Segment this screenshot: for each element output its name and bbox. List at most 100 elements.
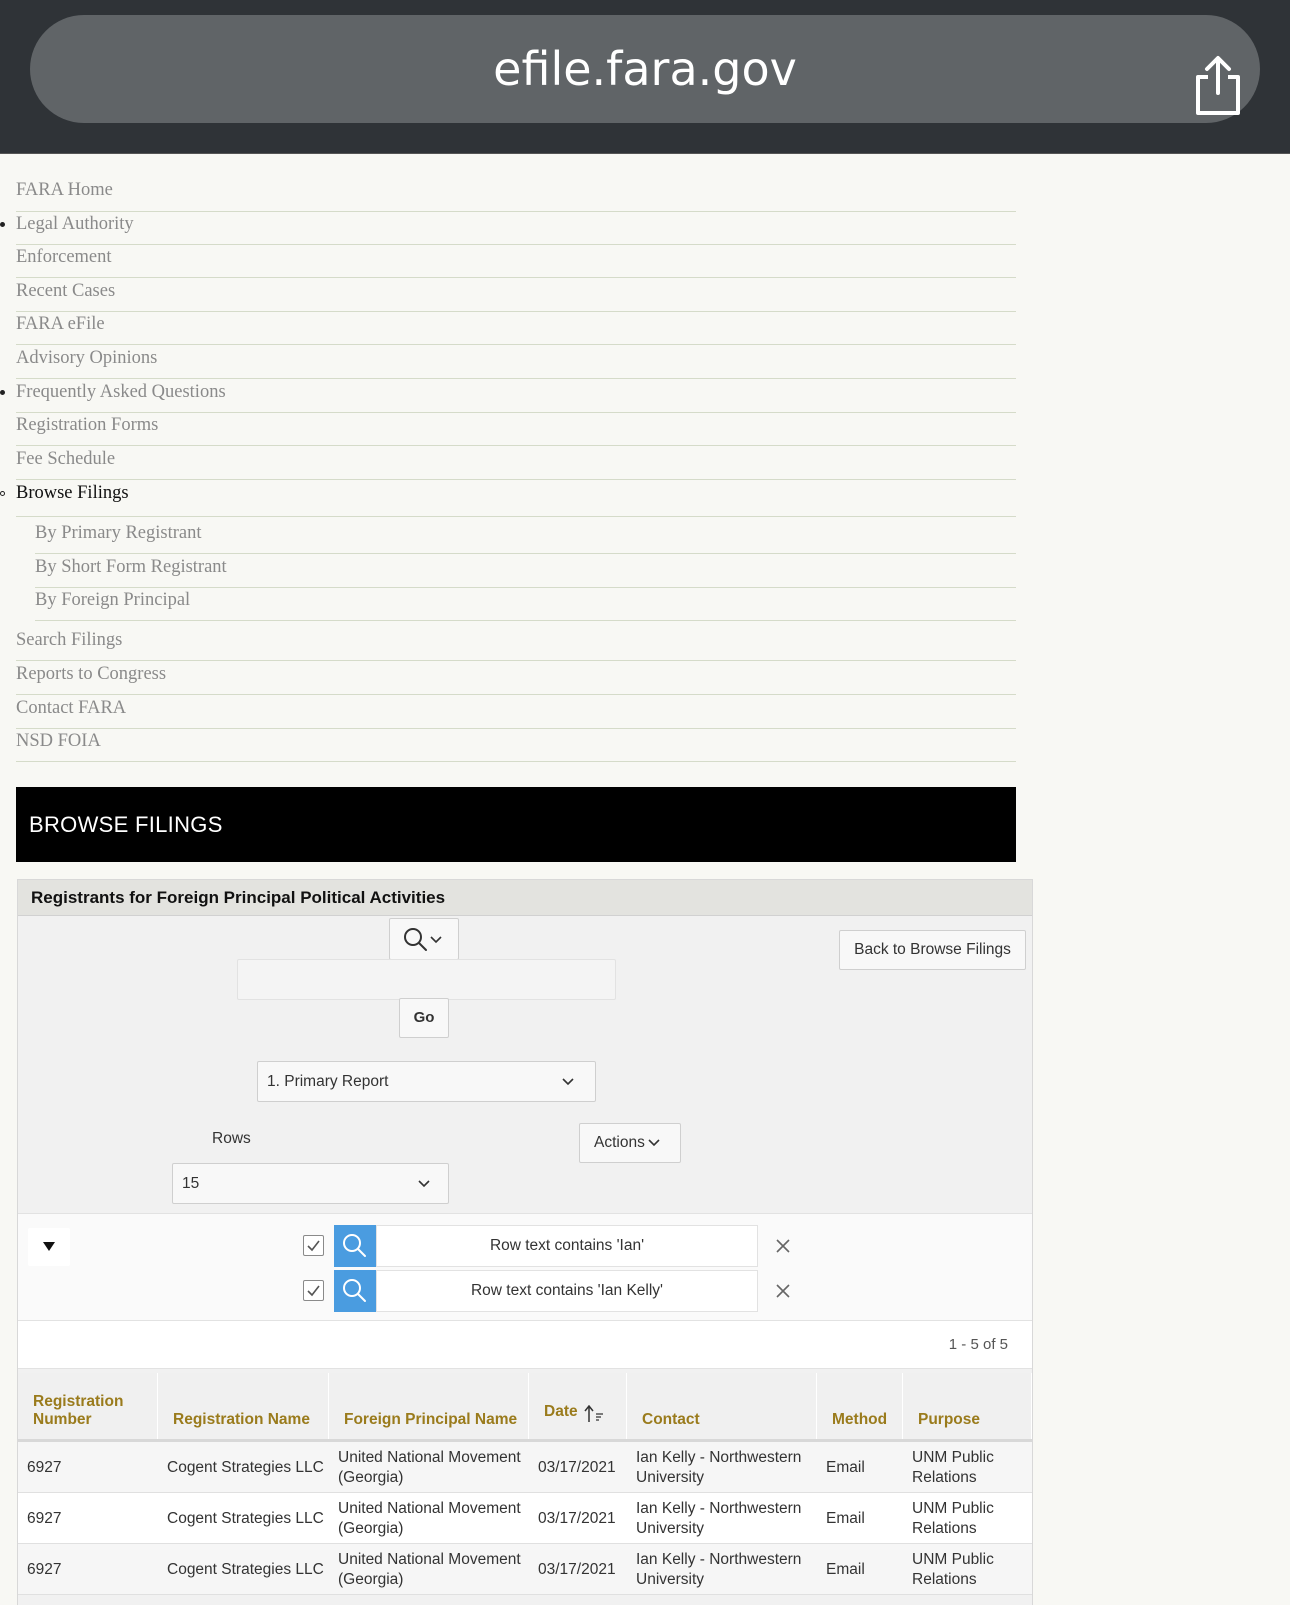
column-header-registration-name[interactable]: Registration Name — [158, 1373, 329, 1439]
nav-item-contact-fara[interactable]: Contact FARA — [16, 695, 1016, 729]
nav-item-registration-forms[interactable]: Registration Forms — [16, 412, 1016, 446]
nav-item-search-filings[interactable]: Search Filings — [16, 627, 1016, 661]
nav-item-frequently-asked-questions[interactable]: Frequently Asked Questions — [0, 379, 1016, 413]
report-select-value: 1. Primary Report — [267, 1073, 389, 1090]
filter-text[interactable]: Row text contains 'Ian' — [376, 1225, 758, 1267]
cell-text: United National Movement (Georgia) — [338, 1550, 521, 1588]
filter-search-button[interactable] — [334, 1270, 376, 1312]
pagination-text: 1 - 5 of 5 — [948, 1336, 1008, 1353]
nav-item-by-short-form-registrant[interactable]: By Short Form Registrant — [35, 554, 1016, 588]
filter-row: Row text contains 'Ian' — [18, 1225, 1032, 1267]
nav-item-reports-to-congress[interactable]: Reports to Congress — [16, 661, 1016, 695]
nav-item-fara-efile[interactable]: FARA eFile — [16, 311, 1016, 345]
bullet-icon — [0, 491, 5, 496]
sort-ascending-icon — [584, 1405, 603, 1422]
nav-item-nsd-foia[interactable]: NSD FOIA — [16, 728, 1016, 762]
report-region: Registrants for Foreign Principal Politi… — [17, 879, 1033, 1605]
nav-item-label: Contact FARA — [16, 698, 127, 718]
nav-item-label: Search Filings — [16, 630, 123, 650]
cell-registration-name: Cogent Strategies LLC — [158, 1493, 329, 1544]
nav-item-label: Frequently Asked Questions — [16, 382, 226, 402]
cell-text: 03/17/2021 — [538, 1560, 616, 1578]
cell-method: Email — [817, 1544, 903, 1595]
filter-enable-checkbox[interactable] — [303, 1280, 324, 1301]
actions-label: Actions — [594, 1134, 645, 1151]
column-header-label: Purpose — [918, 1411, 981, 1428]
nav-item-label: Enforcement — [16, 247, 112, 267]
cell-registration-name: Cogent Strategies LLC — [158, 1442, 329, 1493]
search-column-toggle[interactable] — [389, 918, 459, 960]
pagination-bar: 1 - 5 of 5 — [18, 1321, 1032, 1369]
filter-text[interactable]: Row text contains 'Ian Kelly' — [376, 1270, 758, 1312]
nav-item-fee-schedule[interactable]: Fee Schedule — [16, 446, 1016, 480]
actions-menu-button[interactable]: Actions — [579, 1123, 681, 1163]
cell-contact: Ian Kelly - Northwestern University — [627, 1493, 817, 1544]
rows-per-page-select[interactable]: 15 — [172, 1163, 449, 1204]
cell-foreign-principal-name: United National Movement (Georgia) — [329, 1493, 529, 1544]
cell-contact: Ian Kelly - Northwestern University — [627, 1442, 817, 1493]
page-title: BROWSE FILINGS — [29, 812, 223, 837]
cell-text: UNM Public Relations — [912, 1550, 994, 1588]
nav-item-advisory-opinions[interactable]: Advisory Opinions — [16, 345, 1016, 379]
filter-enable-checkbox[interactable] — [303, 1235, 324, 1256]
cell-contact: Ian Kelly - Northwestern University — [627, 1544, 817, 1595]
column-header-registration-number[interactable]: Registration Number — [18, 1373, 158, 1439]
column-header-label: Registration Name — [173, 1411, 310, 1428]
cell-foreign-principal-name: United National Movement (Georgia) — [329, 1442, 529, 1493]
cell-registration-number: 6927 — [18, 1442, 158, 1493]
address-bar[interactable]: efile.fara.gov — [30, 15, 1260, 123]
nav-item-label: NSD FOIA — [16, 731, 101, 751]
nav-item-label: By Short Form Registrant — [35, 557, 227, 577]
checkmark-icon — [307, 1240, 320, 1252]
nav-item-label: Recent Cases — [16, 281, 116, 301]
cell-text: United National Movement (Georgia) — [338, 1499, 521, 1537]
cell-text: 03/17/2021 — [538, 1458, 616, 1476]
cell-text: 03/17/2021 — [538, 1509, 616, 1527]
nav-item-label: Registration Forms — [16, 415, 159, 435]
column-header-foreign-principal-name[interactable]: Foreign Principal Name — [329, 1373, 529, 1439]
column-header-purpose[interactable]: Purpose — [903, 1373, 1032, 1439]
back-to-browse-filings-button[interactable]: Back to Browse Filings — [839, 930, 1026, 970]
cell-purpose: UNM Public Relations — [903, 1442, 1032, 1493]
nav-item-recent-cases[interactable]: Recent Cases — [16, 278, 1016, 312]
nav-item-browse-filings[interactable]: Browse Filings — [0, 480, 1016, 517]
chevron-down-icon — [418, 1180, 430, 1188]
rows-label: Rows — [212, 1130, 251, 1147]
cell-text: Cogent Strategies LLC — [167, 1509, 324, 1527]
share-icon[interactable] — [1190, 53, 1246, 117]
column-header-contact[interactable]: Contact — [627, 1373, 817, 1439]
cell-registration-number: 6927 — [18, 1544, 158, 1595]
cell-text: Ian Kelly - Northwestern University — [636, 1550, 802, 1588]
nav-item-legal-authority[interactable]: Legal Authority — [0, 211, 1016, 245]
column-header-method[interactable]: Method — [817, 1373, 903, 1439]
table-row[interactable]: 6927 Cogent Strategies LLC United National… — [18, 1544, 1032, 1595]
url-text[interactable]: efile.fara.gov — [30, 15, 1260, 123]
cell-text: Email — [826, 1458, 865, 1476]
nav-item-fara-home[interactable]: FARA Home — [16, 177, 1016, 212]
column-header-label: Method — [832, 1411, 888, 1428]
cell-registration-name: Cogent Strategies LLC — [158, 1544, 329, 1595]
table-row[interactable]: 6927 Cogent Strategies LLC United National… — [18, 1442, 1032, 1493]
chevron-down-icon — [430, 936, 442, 944]
nav-item-by-foreign-principal[interactable]: By Foreign Principal — [35, 587, 1016, 621]
nav-item-label: By Primary Registrant — [35, 523, 202, 543]
checkmark-icon — [307, 1285, 320, 1297]
close-icon[interactable] — [775, 1238, 791, 1254]
filter-search-button[interactable] — [334, 1225, 376, 1267]
region-header: Registrants for Foreign Principal Politi… — [18, 880, 1032, 916]
go-button[interactable]: Go — [399, 998, 449, 1038]
nav-item-enforcement[interactable]: Enforcement — [16, 244, 1016, 278]
search-input[interactable] — [237, 959, 616, 1000]
cell-method: Email — [817, 1442, 903, 1493]
chevron-down-icon — [648, 1139, 660, 1147]
nav-item-label: Reports to Congress — [16, 664, 167, 684]
column-header-date[interactable]: Date — [529, 1373, 627, 1439]
cell-purpose: UNM Public Relations — [903, 1544, 1032, 1595]
nav-item-label: Legal Authority — [16, 214, 134, 234]
report-select[interactable]: 1. Primary Report — [257, 1061, 596, 1102]
table-row[interactable]: 6927 Cogent Strategies LLC United National… — [18, 1493, 1032, 1544]
close-icon[interactable] — [775, 1283, 791, 1299]
cell-registration-number: 6927 — [18, 1493, 158, 1544]
cell-text: Ian Kelly - Northwestern University — [636, 1499, 802, 1537]
nav-item-by-primary-registrant[interactable]: By Primary Registrant — [35, 520, 1016, 554]
